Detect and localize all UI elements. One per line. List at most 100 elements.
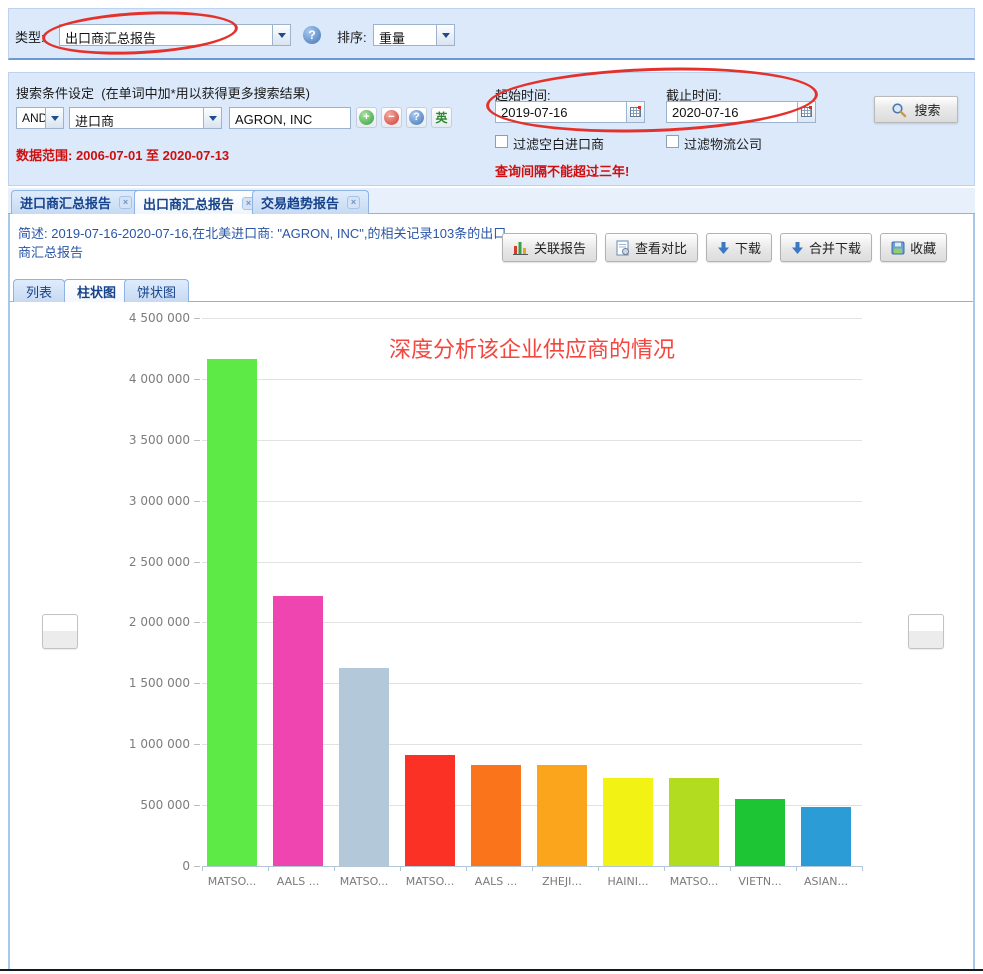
tab-trade-trend[interactable]: 交易趋势报告 × (252, 190, 369, 214)
x-axis-tick (664, 866, 665, 871)
gridline (202, 562, 862, 563)
y-axis-tick (194, 440, 200, 441)
tab-label: 进口商汇总报告 (20, 193, 111, 212)
calendar-icon[interactable] (626, 102, 644, 122)
chevron-down-icon[interactable] (203, 108, 221, 128)
report-type-value: 出口商汇总报告 (60, 25, 272, 45)
subtab-bar-chart[interactable]: 柱状图 (64, 279, 129, 303)
x-axis-label: AALS ... (464, 875, 528, 888)
tab-exporter-summary[interactable]: 出口商汇总报告 × (134, 190, 264, 215)
subtab-pie-chart[interactable]: 饼状图 (124, 279, 189, 302)
window-bottom-edge (0, 969, 983, 971)
remove-condition-button[interactable]: − (381, 107, 402, 128)
button-label: 关联报告 (534, 238, 586, 257)
merge-download-button[interactable]: 合并下载 (780, 233, 872, 262)
bar (603, 778, 653, 866)
x-axis-tick (400, 866, 401, 871)
calendar-icon[interactable] (797, 102, 815, 122)
x-axis-label: MATSO... (662, 875, 726, 888)
bar-chart: 深度分析该企业供应商的情况 4 500 0004 000 0003 500 00… (10, 302, 973, 969)
x-axis-label: HAINI... (596, 875, 660, 888)
report-summary: 简述: 2019-07-16-2020-07-16,在北美进口商: "AGRON… (18, 224, 508, 262)
search-field-select[interactable]: 进口商 (69, 107, 222, 129)
y-axis-tick (194, 683, 200, 684)
subtab-label: 饼状图 (137, 282, 176, 301)
y-axis-label: 4 000 000 (110, 372, 190, 386)
start-date-field[interactable]: 2019-07-16 (495, 101, 645, 123)
language-toggle-button[interactable]: 英 (431, 107, 452, 128)
filter-blank-importer-checkbox[interactable] (495, 135, 508, 148)
tab-importer-summary[interactable]: 进口商汇总报告 × (11, 190, 141, 214)
end-date-field[interactable]: 2020-07-16 (666, 101, 816, 123)
sort-select[interactable]: 重量 (373, 24, 455, 46)
search-settings-title: 搜索条件设定 (16, 86, 94, 101)
download-button[interactable]: 下载 (706, 233, 772, 262)
help-icon[interactable]: ? (303, 26, 321, 44)
subtab-list[interactable]: 列表 (13, 279, 65, 302)
gridline (202, 379, 862, 380)
x-axis-tick (532, 866, 533, 871)
button-label: 下载 (735, 238, 761, 257)
download-arrow-icon (791, 241, 804, 255)
y-axis-label: 1 000 000 (110, 737, 190, 751)
boolean-operator-select[interactable]: AND (16, 107, 64, 129)
bar (273, 596, 323, 866)
y-axis-label: 4 500 000 (110, 311, 190, 325)
report-type-label: 类型: (15, 27, 45, 46)
x-axis-label: MATSO... (200, 875, 264, 888)
query-range-warning: 查询间隔不能超过三年! (495, 161, 629, 180)
x-axis-tick (202, 866, 203, 871)
search-button-label: 搜索 (914, 100, 940, 119)
y-axis-tick (194, 805, 200, 806)
button-label: 查看对比 (635, 238, 687, 257)
view-tabstrip: 列表 柱状图 饼状图 (10, 277, 973, 302)
minus-icon: − (384, 110, 399, 125)
report-content-panel: 简述: 2019-07-16-2020-07-16,在北美进口商: "AGRON… (8, 214, 975, 969)
view-compare-button[interactable]: 查看对比 (605, 233, 698, 262)
search-panel: 搜索条件设定 (在单词中加*用以获得更多搜索结果) AND 进口商 + − ? … (8, 72, 975, 186)
action-toolbar: 关联报告 查看对比 下载 (502, 233, 947, 262)
filter-logistics-label: 过滤物流公司 (684, 134, 762, 153)
chart-page-right-button[interactable] (908, 614, 944, 649)
search-help-button[interactable]: ? (406, 107, 427, 128)
chart-page-left-button[interactable] (42, 614, 78, 649)
x-axis-label: MATSO... (332, 875, 396, 888)
end-date-value: 2020-07-16 (667, 102, 797, 122)
add-condition-button[interactable]: + (356, 107, 377, 128)
favorite-button[interactable]: 收藏 (880, 233, 947, 262)
sort-label: 排序: (337, 27, 367, 46)
bar (735, 799, 785, 866)
keyword-input[interactable] (229, 107, 351, 129)
x-axis-tick (466, 866, 467, 871)
y-axis-label: 2 500 000 (110, 555, 190, 569)
filter-logistics-checkbox[interactable] (666, 135, 679, 148)
y-axis-tick (194, 866, 200, 867)
bar (471, 765, 521, 866)
chevron-down-icon[interactable] (272, 25, 290, 45)
close-icon[interactable]: × (119, 196, 132, 209)
sort-value: 重量 (374, 25, 436, 45)
linked-report-button[interactable]: 关联报告 (502, 233, 597, 262)
start-date-value: 2019-07-16 (496, 102, 626, 122)
chevron-down-icon[interactable] (436, 25, 454, 45)
subtab-label: 柱状图 (77, 282, 116, 301)
gridline (202, 318, 862, 319)
filter-blank-importer-label: 过滤空白进口商 (513, 134, 604, 153)
x-axis-label: VIETN... (728, 875, 792, 888)
x-axis-tick (598, 866, 599, 871)
x-axis-tick (796, 866, 797, 871)
y-axis-tick (194, 501, 200, 502)
y-axis-label: 2 000 000 (110, 615, 190, 629)
bar-chart-icon (513, 240, 529, 255)
report-type-select[interactable]: 出口商汇总报告 (59, 24, 291, 46)
gridline (202, 440, 862, 441)
bar (669, 778, 719, 866)
tab-label: 交易趋势报告 (261, 193, 339, 212)
y-axis-label: 3 500 000 (110, 433, 190, 447)
search-button[interactable]: 搜索 (874, 96, 958, 123)
close-icon[interactable]: × (347, 196, 360, 209)
chevron-down-icon[interactable] (45, 108, 63, 128)
gridline (202, 501, 862, 502)
y-axis-tick (194, 622, 200, 623)
save-disk-icon (891, 241, 905, 255)
